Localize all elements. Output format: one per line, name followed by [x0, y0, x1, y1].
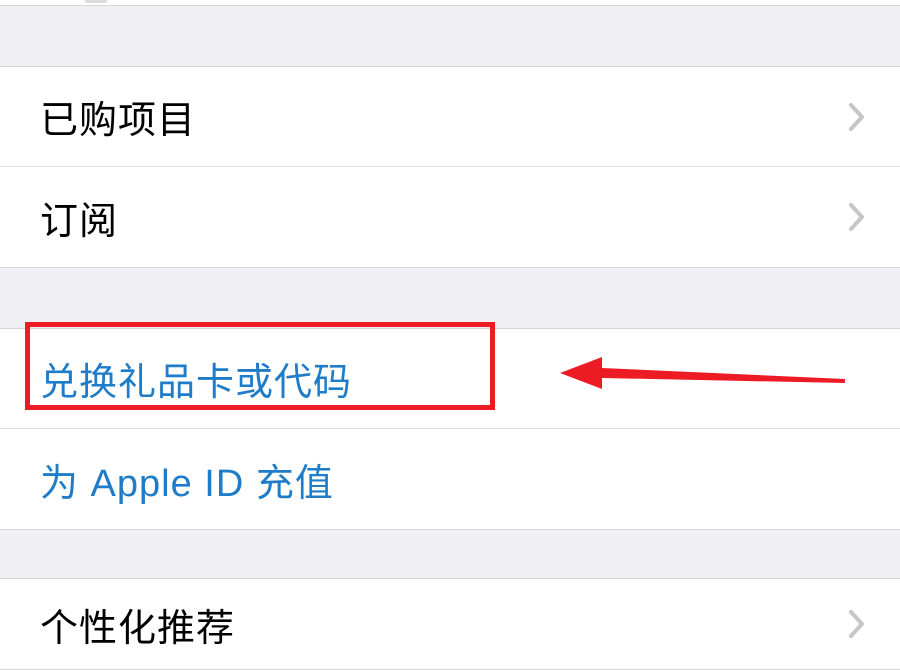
personalized-label: 个性化推荐: [40, 597, 235, 652]
section-spacer: [0, 268, 900, 328]
divider-fragment: [85, 0, 107, 3]
redeem-label: 兑换礼品卡或代码: [40, 351, 352, 406]
purchased-label: 已购项目: [40, 89, 196, 144]
section-spacer: [0, 530, 900, 578]
add-funds-label: 为 Apple ID 充值: [40, 452, 334, 507]
chevron-right-icon: [849, 103, 865, 131]
credit-group: 兑换礼品卡或代码 为 Apple ID 充值: [0, 328, 900, 530]
chevron-right-icon: [849, 203, 865, 231]
chevron-right-icon: [849, 610, 865, 638]
purchased-cell[interactable]: 已购项目: [0, 67, 900, 167]
account-group: 已购项目 订阅: [0, 66, 900, 268]
subscriptions-cell[interactable]: 订阅: [0, 167, 900, 267]
previous-group-fragment: [0, 0, 900, 6]
redeem-cell[interactable]: 兑换礼品卡或代码: [0, 329, 900, 429]
section-spacer: [0, 6, 900, 66]
personalization-group: 个性化推荐: [0, 578, 900, 670]
subscriptions-label: 订阅: [40, 190, 118, 245]
personalized-cell[interactable]: 个性化推荐: [0, 579, 900, 669]
add-funds-cell[interactable]: 为 Apple ID 充值: [0, 429, 900, 529]
